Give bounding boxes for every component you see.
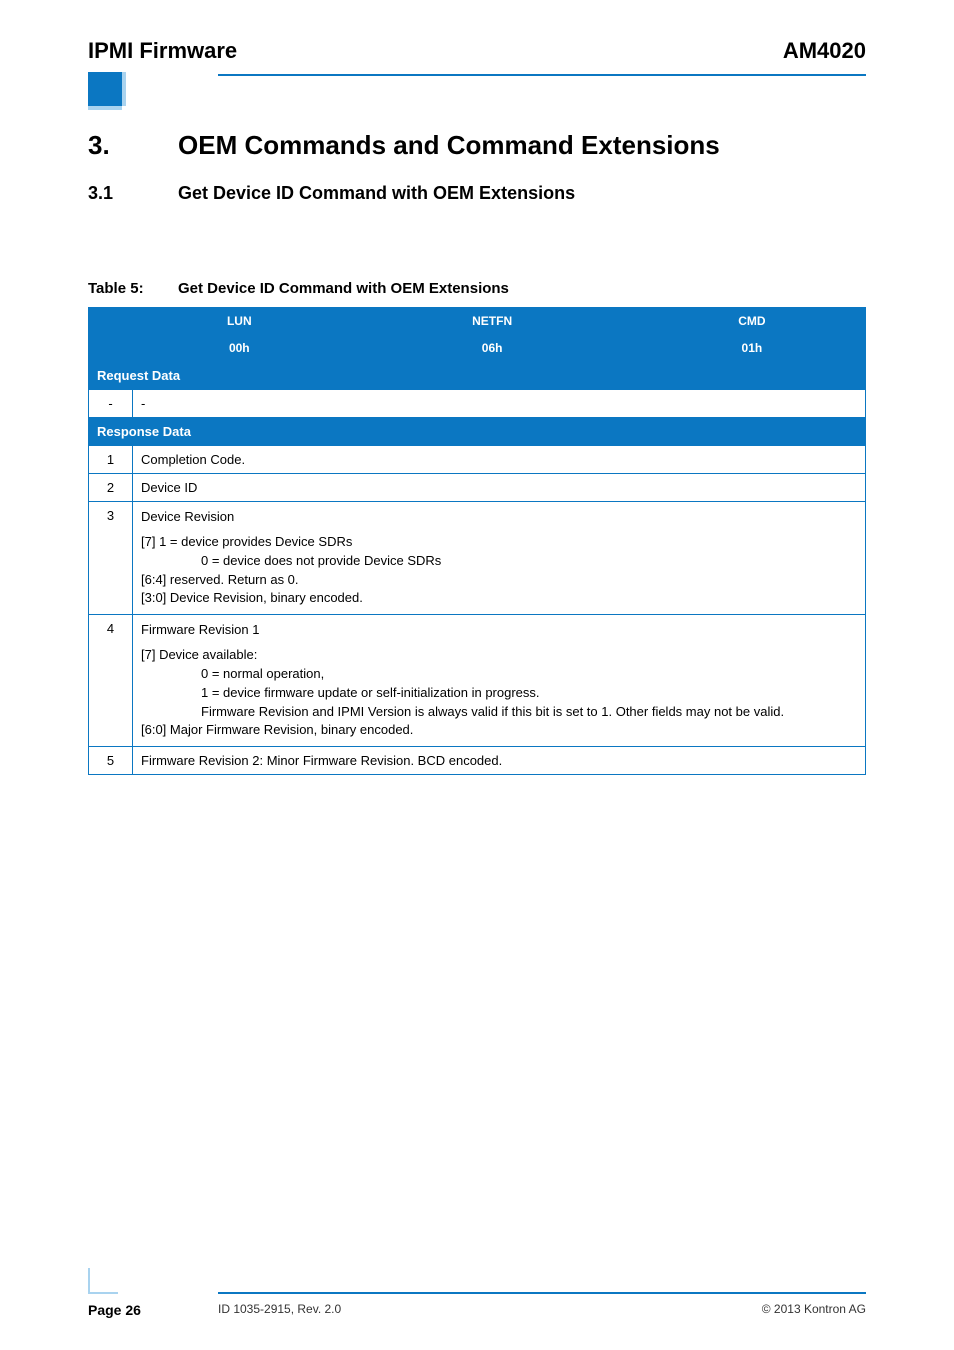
line: [7] 1 = device provides Device SDRs [141, 533, 352, 552]
row-text: Firmware Revision 2: Minor Firmware Revi… [133, 747, 866, 775]
table-row: 1 Completion Code. [89, 446, 866, 474]
table-row: 3 Device Revision [7] 1 = device provide… [89, 502, 866, 615]
page-number: Page 26 [88, 1302, 141, 1318]
subsection-heading: 3.1 Get Device ID Command with OEM Exten… [88, 183, 866, 204]
table-head: LUN NETFN CMD 00h 06h 01h [89, 308, 866, 362]
row-num: - [89, 390, 133, 418]
footer-copyright: © 2013 Kontron AG [762, 1302, 866, 1316]
footer-line [218, 1292, 866, 1294]
table-row: 5 Firmware Revision 2: Minor Firmware Re… [89, 747, 866, 775]
th-netfn-val: 06h [346, 335, 638, 362]
line: 0 = normal operation, [201, 665, 324, 684]
line: Firmware Revision and IPMI Version is al… [201, 703, 784, 722]
line: 0 = device does not provide Device SDRs [201, 552, 441, 571]
row-num: 3 [89, 502, 133, 615]
subsection-title: Get Device ID Command with OEM Extension… [178, 183, 575, 204]
th-lun: LUN [133, 308, 347, 335]
command-table: LUN NETFN CMD 00h 06h 01h Request Data -… [88, 307, 866, 775]
table-row: 2 Device ID [89, 474, 866, 502]
row-text: Completion Code. [133, 446, 866, 474]
table-caption-text: Get Device ID Command with OEM Extension… [178, 280, 509, 297]
footer-id: ID 1035-2915, Rev. 2.0 [218, 1302, 341, 1316]
header-right: AM4020 [783, 38, 866, 64]
row-num: 1 [89, 446, 133, 474]
row-num: 4 [89, 615, 133, 747]
header-line [218, 74, 866, 76]
response-data-label: Response Data [89, 418, 866, 446]
table-caption: Table 5: Get Device ID Command with OEM … [88, 280, 866, 297]
table-caption-label: Table 5: [88, 280, 178, 297]
row-num: 2 [89, 474, 133, 502]
request-data-header: Request Data [89, 362, 866, 390]
line: Device Revision [141, 508, 857, 527]
page: IPMI Firmware AM4020 3. OEM Commands and… [0, 0, 954, 1350]
row-text: Device Revision [7] 1 = device provides … [133, 502, 866, 615]
row-text: - [133, 390, 866, 418]
bit-block: [7] Device available: 0 = normal operati… [141, 646, 857, 740]
section-heading: 3. OEM Commands and Command Extensions [88, 130, 866, 161]
th-cmd: CMD [638, 308, 865, 335]
row-text: Firmware Revision 1 [7] Device available… [133, 615, 866, 747]
response-data-header: Response Data [89, 418, 866, 446]
row-num: 5 [89, 747, 133, 775]
line: [6:4] reserved. Return as 0. [141, 571, 299, 590]
table-row: 4 Firmware Revision 1 [7] Device availab… [89, 615, 866, 747]
line: [3:0] Device Revision, binary encoded. [141, 589, 363, 608]
table-head-blank [89, 308, 133, 362]
th-cmd-val: 01h [638, 335, 865, 362]
section-number: 3. [88, 130, 178, 161]
header-left: IPMI Firmware [88, 38, 237, 64]
row-text: Device ID [133, 474, 866, 502]
line: [6:0] Major Firmware Revision, binary en… [141, 721, 413, 740]
footer-text: ID 1035-2915, Rev. 2.0 © 2013 Kontron AG [218, 1302, 866, 1316]
line: Firmware Revision 1 [141, 621, 857, 640]
line: [7] Device available: [141, 646, 257, 665]
th-netfn: NETFN [346, 308, 638, 335]
line: 1 = device firmware update or self-initi… [201, 684, 540, 703]
th-lun-val: 00h [133, 335, 347, 362]
request-data-label: Request Data [89, 362, 866, 390]
page-header: IPMI Firmware AM4020 [88, 38, 866, 74]
header-rule [88, 74, 866, 104]
section-title: OEM Commands and Command Extensions [178, 130, 720, 161]
table-row: - - [89, 390, 866, 418]
subsection-number: 3.1 [88, 183, 178, 204]
bit-block: [7] 1 = device provides Device SDRs 0 = … [141, 533, 857, 608]
